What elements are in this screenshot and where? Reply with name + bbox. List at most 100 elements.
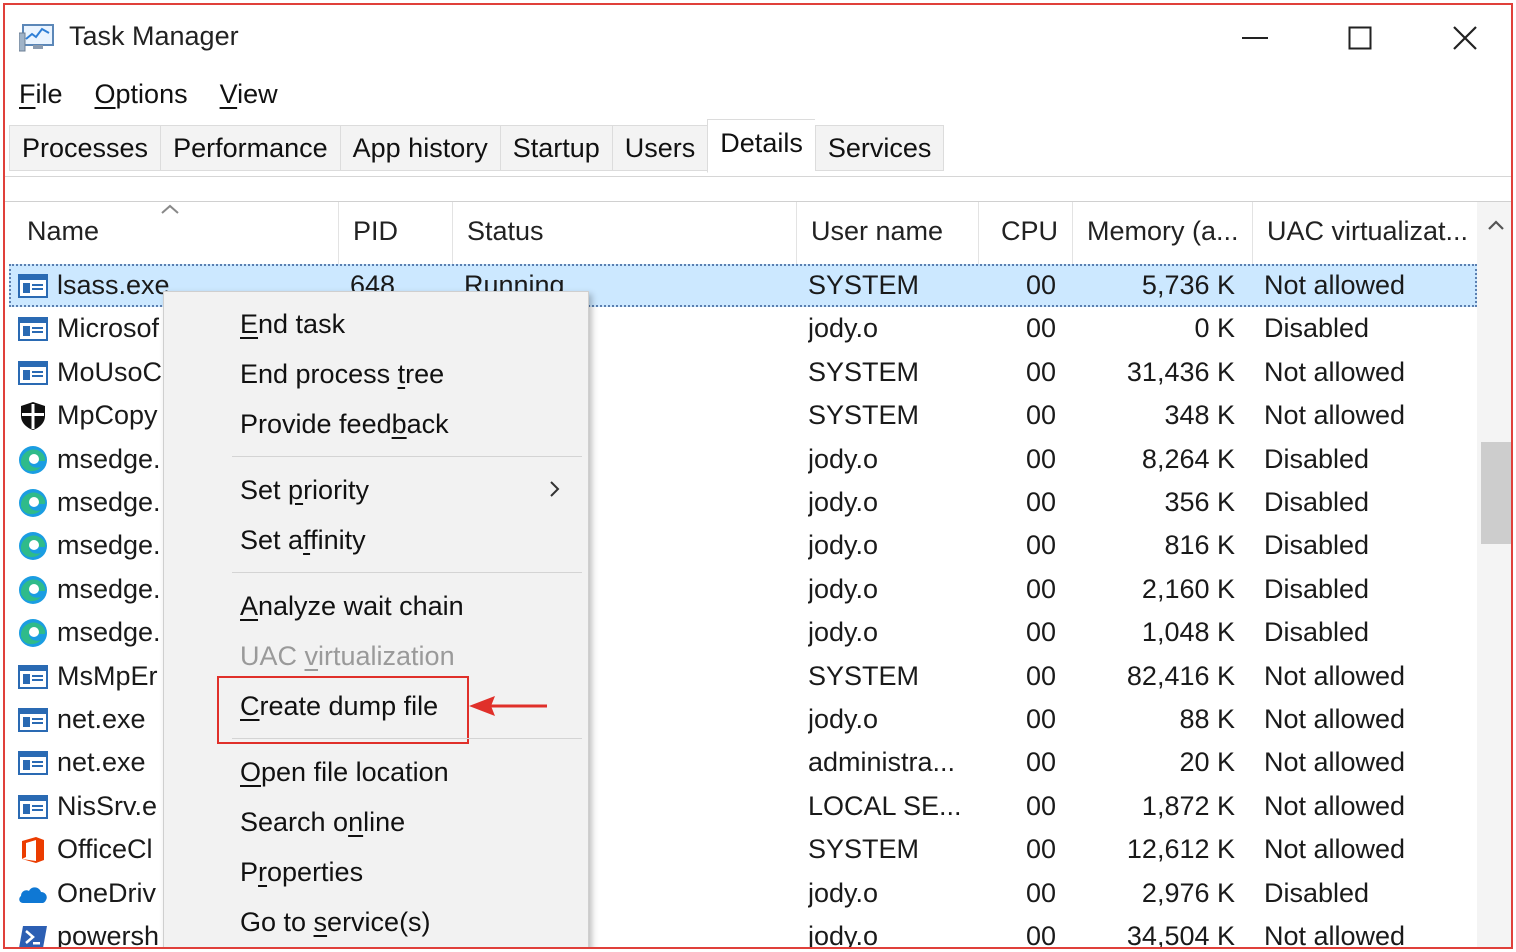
cell-memory: 348 K	[1164, 400, 1235, 431]
cell-uac-virtualization: Disabled	[1264, 443, 1370, 474]
tab-processes[interactable]: Processes	[9, 125, 161, 171]
tab-startup[interactable]: Startup	[499, 125, 612, 171]
menu-item-create-dump-file[interactable]: Create dump file	[240, 686, 438, 726]
cell-uac-virtualization: Not allowed	[1264, 356, 1406, 387]
cell-memory: 2,976 K	[1141, 877, 1235, 908]
scroll-up-arrow-icon[interactable]	[1477, 210, 1513, 240]
menu-item-analyze-wait-chain[interactable]: Analyze wait chain	[240, 586, 464, 626]
generic-app-icon	[17, 313, 49, 345]
cell-cpu: 00	[1025, 617, 1056, 648]
cell-memory: 1,048 K	[1141, 617, 1235, 648]
generic-app-icon	[17, 704, 49, 736]
menu-item-end-process-tree[interactable]: End process tree	[240, 354, 444, 394]
menu-item-provide-feedback[interactable]: Provide feedback	[240, 404, 449, 444]
tab-services[interactable]: Services	[814, 125, 945, 171]
maximize-icon	[1348, 26, 1372, 50]
menu-file[interactable]: File	[5, 71, 79, 117]
cell-memory: 88 K	[1179, 704, 1235, 734]
menu-item-set-affinity[interactable]: Set affinity	[240, 520, 366, 560]
cell-cpu: 00	[1025, 443, 1056, 474]
cell-uac-virtualization: Disabled	[1264, 313, 1370, 344]
cell-user-name: jody.o	[808, 443, 879, 474]
cell-uac-virtualization: Disabled	[1264, 877, 1370, 908]
cell-uac-virtualization: Not allowed	[1264, 400, 1406, 431]
cell-memory: 12,612 K	[1126, 834, 1235, 865]
cell-user-name: SYSTEM	[808, 270, 920, 300]
cell-user-name: SYSTEM	[808, 834, 920, 865]
cell-user-name: jody.o	[808, 921, 879, 949]
cell-cpu: 00	[1025, 400, 1056, 431]
menu-options[interactable]: Options	[79, 71, 204, 117]
menu-item-go-to-services[interactable]: Go to service(s)	[240, 902, 431, 942]
menu-separator	[232, 572, 582, 573]
cell-memory: 2,160 K	[1141, 573, 1235, 604]
generic-app-icon	[17, 270, 49, 302]
cell-user-name: jody.o	[808, 313, 879, 344]
cell-memory: 816 K	[1164, 530, 1235, 561]
cell-user-name: jody.o	[808, 573, 879, 604]
cell-cpu: 00	[1025, 921, 1056, 949]
cell-cpu: 00	[1025, 270, 1056, 300]
task-manager-window: Task Manager File Options View Processes…	[3, 3, 1513, 949]
context-menu: End task End process tree Provide feedback…	[163, 291, 589, 947]
tab-details[interactable]: Details	[707, 119, 815, 173]
tab-users[interactable]: Users	[611, 125, 708, 171]
cell-cpu: 00	[1025, 356, 1056, 387]
cell-user-name: jody.o	[808, 617, 879, 648]
cell-user-name: SYSTEM	[808, 356, 920, 387]
menu-item-set-priority[interactable]: Set priority	[240, 470, 369, 510]
edge-icon	[17, 617, 49, 649]
cell-cpu: 00	[1025, 790, 1056, 821]
cell-memory: 20 K	[1179, 747, 1235, 778]
close-icon	[1453, 26, 1477, 50]
cell-user-name: SYSTEM	[808, 660, 920, 691]
tab-app-history[interactable]: App history	[339, 125, 500, 171]
cell-memory: 356 K	[1164, 487, 1235, 517]
menu-item-properties[interactable]: Properties	[240, 852, 363, 892]
cell-cpu: 00	[1025, 834, 1056, 865]
maximize-button[interactable]	[1330, 15, 1390, 61]
column-header-memory[interactable]: Memory (a...	[1073, 202, 1253, 264]
cell-uac-virtualization: Not allowed	[1264, 270, 1406, 300]
cell-memory: 5,736 K	[1141, 270, 1235, 300]
edge-icon	[17, 574, 49, 606]
window-title: Task Manager	[69, 21, 239, 51]
vertical-scrollbar[interactable]	[1477, 202, 1513, 947]
tab-strip: Processes Performance App history Startu…	[5, 117, 1511, 177]
cell-uac-virtualization: Disabled	[1264, 487, 1370, 517]
edge-icon	[17, 487, 49, 519]
chevron-right-icon	[550, 481, 560, 497]
cell-memory: 0 K	[1194, 313, 1235, 344]
column-header-pid[interactable]: PID	[339, 202, 453, 264]
cell-uac-virtualization: Not allowed	[1264, 747, 1406, 778]
tab-performance[interactable]: Performance	[160, 125, 340, 171]
cell-uac-virtualization: Disabled	[1264, 573, 1370, 604]
cell-uac-virtualization: Not allowed	[1264, 790, 1406, 821]
sort-ascending-icon	[161, 204, 179, 214]
cell-memory: 31,436 K	[1126, 356, 1235, 387]
column-header-uac-virtualization[interactable]: UAC virtualizat...	[1253, 202, 1477, 264]
menu-item-search-online[interactable]: Search online	[240, 802, 405, 842]
cell-uac-virtualization: Not allowed	[1264, 834, 1406, 865]
onedrive-cloud-icon	[17, 878, 49, 910]
cell-user-name: LOCAL SE...	[808, 790, 962, 821]
column-header-user-name[interactable]: User name	[797, 202, 979, 264]
cell-uac-virtualization: Not allowed	[1264, 704, 1406, 734]
generic-app-icon	[17, 661, 49, 693]
powershell-icon	[17, 921, 49, 947]
minimize-button[interactable]	[1225, 15, 1285, 61]
cell-cpu: 00	[1025, 573, 1056, 604]
generic-app-icon	[17, 747, 49, 779]
menu-item-end-task[interactable]: End task	[240, 304, 345, 344]
scrollbar-thumb[interactable]	[1481, 442, 1511, 544]
column-header-status[interactable]: Status	[453, 202, 797, 264]
cell-cpu: 00	[1025, 530, 1056, 561]
cell-cpu: 00	[1025, 660, 1056, 691]
cell-user-name: administra...	[808, 747, 956, 778]
column-header-cpu[interactable]: CPU	[979, 202, 1073, 264]
menu-view[interactable]: View	[204, 71, 294, 117]
cell-user-name: jody.o	[808, 530, 879, 561]
close-button[interactable]	[1435, 15, 1495, 61]
menu-item-open-file-location[interactable]: Open file location	[240, 752, 449, 792]
title-bar: Task Manager	[5, 5, 1511, 69]
